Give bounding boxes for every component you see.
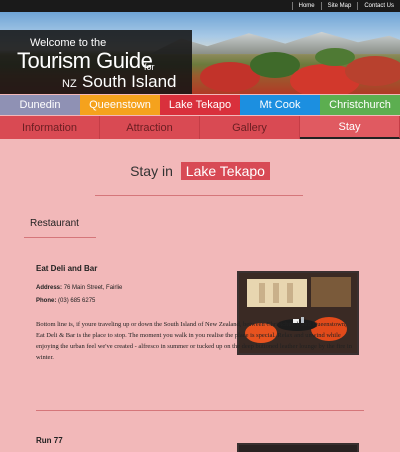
phone-label: Phone: (36, 298, 57, 304)
title-line-main: Tourism Guide (17, 48, 153, 73)
region-christchurch[interactable]: Christchurch (320, 95, 400, 115)
tab-attraction[interactable]: Attraction (100, 116, 200, 139)
address-value: 76 Main Street, Fairlie (63, 285, 123, 291)
heading-prefix: Stay in (130, 163, 173, 179)
listing-phone: Phone: (03) 685 6275 (36, 298, 95, 304)
top-links: Home Site Map Contact Us (291, 0, 400, 12)
tab-stay[interactable]: Stay (300, 116, 400, 139)
home-link[interactable]: Home (291, 2, 321, 10)
title-line-for: for (144, 62, 155, 72)
restaurant-photo (237, 443, 359, 452)
region-lake-tekapo[interactable]: Lake Tekapo (160, 95, 240, 115)
site-title-panel: Welcome to the Tourism Guide for NZ Sout… (0, 30, 192, 94)
listing-title: Eat Deli and Bar (36, 264, 98, 273)
address-label: Address: (36, 285, 63, 291)
contact-us-link[interactable]: Contact Us (357, 2, 400, 10)
title-line-region: South Island (82, 72, 177, 91)
tab-information[interactable]: Information (0, 116, 100, 139)
section-label-restaurant: Restaurant (24, 218, 96, 238)
title-line-nz: NZ (62, 78, 77, 90)
site-map-link[interactable]: Site Map (320, 2, 358, 10)
header-banner: Welcome to the Tourism Guide for NZ Sout… (0, 12, 400, 94)
top-bar: Home Site Map Contact Us (0, 0, 400, 12)
region-queenstown[interactable]: Queenstown (80, 95, 160, 115)
entry-divider (36, 410, 364, 411)
listing-description: Bottom line is, if youre traveling up or… (36, 321, 352, 361)
region-dunedin[interactable]: Dunedin (0, 95, 80, 115)
heading-place: Lake Tekapo (180, 162, 270, 180)
region-mt-cook[interactable]: Mt Cook (240, 95, 320, 115)
region-nav: Dunedin Queenstown Lake Tekapo Mt Cook C… (0, 95, 400, 115)
page-title: Stay in Lake Tekapo (0, 162, 400, 180)
phone-value: (03) 685 6275 (58, 298, 96, 304)
divider (95, 195, 303, 196)
tab-gallery[interactable]: Gallery (200, 116, 300, 139)
listing-address: Address: 76 Main Street, Fairlie (36, 285, 122, 291)
shrub (315, 48, 355, 66)
section-tabs: Information Attraction Gallery Stay (0, 116, 400, 139)
listing-title: Run 77 (36, 436, 63, 445)
